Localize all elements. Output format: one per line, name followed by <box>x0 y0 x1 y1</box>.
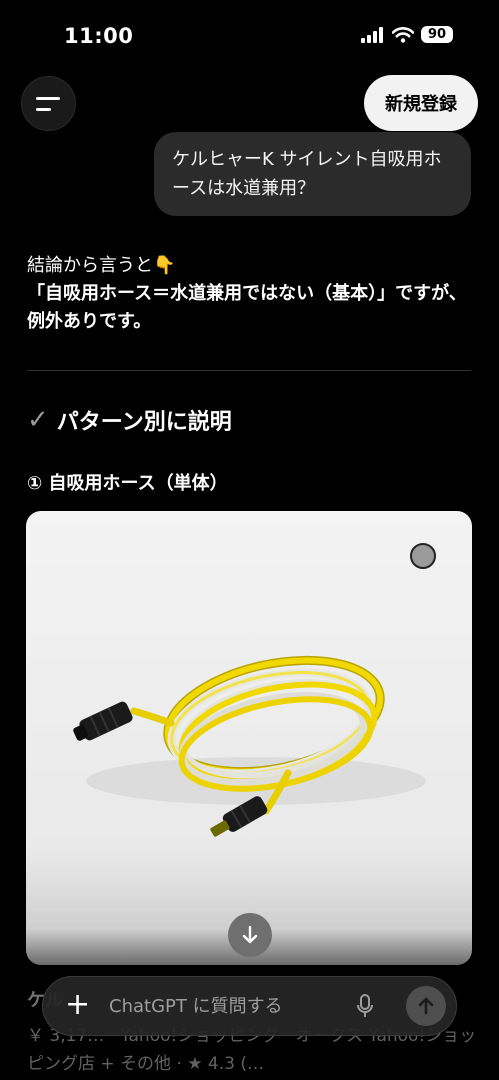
arrow-up-icon <box>418 997 434 1015</box>
answer-conclusion-bold: 「自吸用ホース＝水道兼用ではない（基本）」です <box>27 283 432 304</box>
battery-indicator: 90 <box>421 26 453 43</box>
chat-input[interactable] <box>109 991 339 1021</box>
hose-product-image <box>73 655 426 837</box>
assistant-answer: 結論から言うと👇 「自吸用ホース＝水道兼用ではない（基本）」ですが、例外ありです… <box>27 252 477 336</box>
arrow-down-icon <box>242 925 258 944</box>
send-button[interactable] <box>406 986 446 1026</box>
signal-icon <box>361 26 383 43</box>
status-time: 11:00 <box>64 24 134 48</box>
sub-heading: ① 自吸用ホース（単体） <box>27 473 228 494</box>
chat-screen: 11:00 90 新規登録 ケルヒャーK サイレント自吸用ホースは水道兼用？ 結… <box>0 0 499 1080</box>
wifi-icon <box>392 26 414 43</box>
answer-intro: 結論から言うと <box>27 255 153 276</box>
scroll-down-button[interactable] <box>228 913 272 957</box>
menu-button[interactable] <box>21 76 76 131</box>
divider <box>27 370 471 371</box>
pointing-down-emoji: 👇 <box>153 255 176 276</box>
answer-conclusion: 「自吸用ホース＝水道兼用ではない（基本）」ですが、例外ありです。 <box>27 280 477 336</box>
image-select-indicator[interactable] <box>410 543 436 569</box>
plus-icon[interactable]: + <box>65 989 90 1021</box>
product-image-card[interactable] <box>26 511 472 965</box>
section-heading: ✓ パターン別に説明 <box>27 404 232 436</box>
menu-icon-line <box>36 108 51 111</box>
status-icons: 90 <box>361 26 453 43</box>
section-title: パターン別に説明 <box>56 410 232 435</box>
message-composer: + <box>42 976 457 1036</box>
checkmark-icon: ✓ <box>27 405 49 435</box>
mic-icon[interactable] <box>357 994 373 1018</box>
signup-button[interactable]: 新規登録 <box>364 75 478 131</box>
user-message-bubble: ケルヒャーK サイレント自吸用ホースは水道兼用？ <box>154 132 471 216</box>
answer-intro-line: 結論から言うと👇 <box>27 252 477 280</box>
menu-icon <box>36 97 60 100</box>
